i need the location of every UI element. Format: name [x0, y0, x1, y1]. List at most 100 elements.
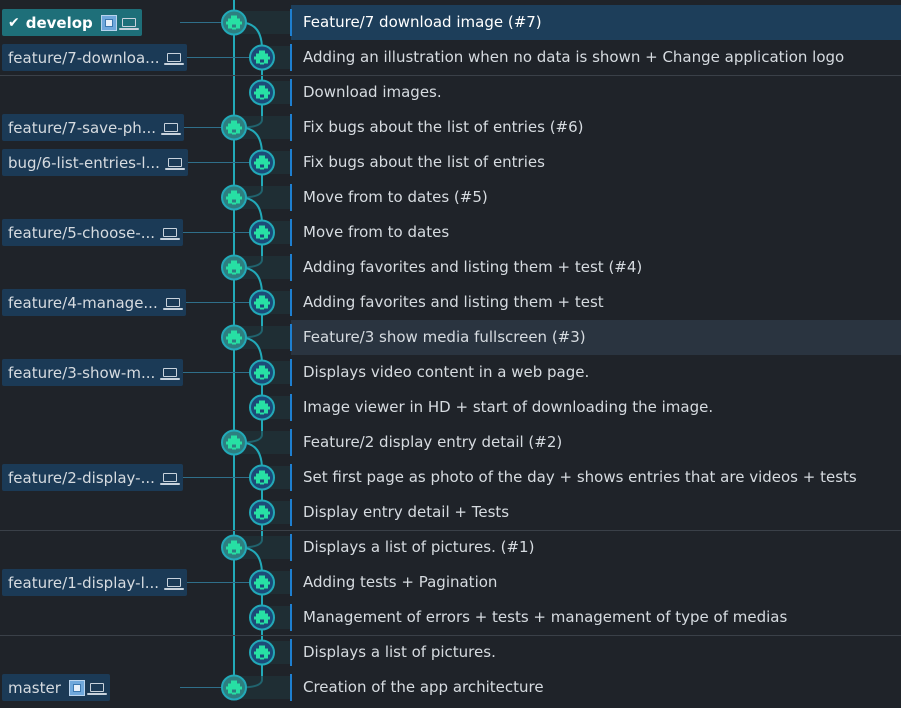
- commit-message: Feature/3 show media fullscreen (#3): [303, 328, 586, 346]
- message-divider: [290, 44, 292, 71]
- commit-message: Displays video content in a web page.: [303, 363, 590, 381]
- commit-row[interactable]: Download images.: [0, 75, 901, 110]
- branch-label[interactable]: master: [2, 674, 110, 701]
- branch-label[interactable]: feature/3-show-m...: [2, 359, 184, 386]
- commit-row[interactable]: Fix bugs about the list of entries (#6) f…: [0, 110, 901, 145]
- laptop-icon: [86, 683, 107, 695]
- branch-name: develop: [25, 13, 93, 32]
- message-divider: [290, 254, 292, 281]
- commit-message: Fix bugs about the list of entries: [303, 153, 545, 171]
- message-divider: [290, 394, 292, 421]
- branch-icons: [160, 228, 181, 240]
- message-divider: [290, 359, 292, 386]
- branch-name: bug/6-list-entries-l...: [8, 153, 160, 172]
- commit-message: Feature/7 download image (#7): [303, 13, 542, 31]
- message-divider: [290, 79, 292, 106]
- laptop-icon: [164, 578, 185, 590]
- message-divider: [290, 219, 292, 246]
- commit-message: Management of errors + tests + managemen…: [303, 608, 788, 626]
- commit-message: Creation of the app architecture: [303, 678, 544, 696]
- commit-row[interactable]: Adding favorites and listing them + test…: [0, 250, 901, 285]
- branch-name: feature/7-save-ph...: [8, 118, 157, 137]
- commit-message: Fix bugs about the list of entries (#6): [303, 118, 584, 136]
- branch-name: feature/3-show-m...: [8, 363, 156, 382]
- message-divider: [290, 149, 292, 176]
- laptop-icon: [118, 18, 139, 30]
- branch-label[interactable]: feature/2-display-...: [2, 464, 183, 491]
- branch-label[interactable]: feature/4-manage...: [2, 289, 186, 316]
- branch-name: feature/7-downloa...: [8, 48, 160, 67]
- branch-icons: [160, 368, 181, 380]
- branch-icons: [164, 158, 185, 170]
- message-divider: [290, 534, 292, 561]
- commit-message: Displays a list of pictures.: [303, 643, 496, 661]
- message-divider: [290, 289, 292, 316]
- laptop-icon: [164, 53, 185, 65]
- laptop-icon: [161, 123, 182, 135]
- commit-row[interactable]: Feature/7 download image (#7) ✔ develop: [0, 5, 901, 40]
- commit-message: Displays a list of pictures. (#1): [303, 538, 535, 556]
- commit-row[interactable]: Displays video content in a web page. fea…: [0, 355, 901, 390]
- commit-row[interactable]: Adding tests + Pagination feature/1-displ…: [0, 565, 901, 600]
- check-icon: ✔: [8, 14, 20, 31]
- branch-label[interactable]: bug/6-list-entries-l...: [2, 149, 188, 176]
- branch-name: master: [8, 678, 61, 697]
- commit-row[interactable]: Feature/3 show media fullscreen (#3): [0, 320, 901, 355]
- laptop-icon: [159, 473, 180, 485]
- message-divider: [290, 324, 292, 351]
- branch-label[interactable]: feature/1-display-l...: [2, 569, 188, 596]
- branch-name: feature/5-choose-...: [8, 223, 156, 242]
- branch-name: feature/2-display-...: [8, 468, 155, 487]
- commit-row[interactable]: Move from to dates (#5): [0, 180, 901, 215]
- commit-message: Adding favorites and listing them + test: [303, 293, 604, 311]
- commit-row[interactable]: Displays a list of pictures. (#1): [0, 530, 901, 565]
- message-divider: [290, 429, 292, 456]
- commit-row[interactable]: Adding an illustration when no data is s…: [0, 40, 901, 76]
- remote-avatar-icon: [100, 14, 117, 31]
- commit-message: Adding favorites and listing them + test…: [303, 258, 643, 276]
- laptop-icon: [164, 158, 185, 170]
- branch-name: feature/1-display-l...: [8, 573, 160, 592]
- commit-message: Set first page as photo of the day + sho…: [303, 468, 857, 486]
- commit-row[interactable]: Displays a list of pictures.: [0, 635, 901, 670]
- message-divider: [290, 464, 292, 491]
- branch-icons: [164, 53, 185, 65]
- branch-label[interactable]: feature/5-choose-...: [2, 219, 184, 246]
- commit-row[interactable]: Feature/2 display entry detail (#2): [0, 425, 901, 460]
- branch-icons: [164, 578, 185, 590]
- message-divider: [290, 499, 292, 526]
- commit-row[interactable]: Display entry detail + Tests: [0, 495, 901, 531]
- message-divider: [290, 604, 292, 631]
- commit-message: Move from to dates: [303, 223, 450, 241]
- commit-message: Download images.: [303, 83, 442, 101]
- commit-row[interactable]: Fix bugs about the list of entries bug/6-…: [0, 145, 901, 180]
- message-divider: [290, 674, 292, 701]
- commit-message: Display entry detail + Tests: [303, 503, 510, 521]
- commit-message: Adding an illustration when no data is s…: [303, 48, 845, 66]
- message-divider: [290, 114, 292, 141]
- branch-icons: [68, 679, 107, 696]
- branch-icons: [100, 14, 139, 31]
- laptop-icon: [160, 228, 181, 240]
- branch-name: feature/4-manage...: [8, 293, 158, 312]
- commit-message: Move from to dates (#5): [303, 188, 488, 206]
- commit-message: Image viewer in HD + start of downloadin…: [303, 398, 714, 416]
- message-divider: [290, 569, 292, 596]
- commit-row[interactable]: Management of errors + tests + managemen…: [0, 600, 901, 636]
- branch-icons: [159, 473, 180, 485]
- commit-row[interactable]: Creation of the app architecture master: [0, 670, 901, 705]
- branch-label[interactable]: feature/7-save-ph...: [2, 114, 185, 141]
- commit-row[interactable]: Adding favorites and listing them + test…: [0, 285, 901, 320]
- message-divider: [290, 184, 292, 211]
- commit-row[interactable]: Image viewer in HD + start of downloadin…: [0, 390, 901, 425]
- commit-row[interactable]: Move from to dates feature/5-choose-...: [0, 215, 901, 250]
- commit-row[interactable]: Set first page as photo of the day + sho…: [0, 460, 901, 495]
- message-divider: [290, 9, 292, 36]
- laptop-icon: [160, 368, 181, 380]
- message-divider: [290, 639, 292, 666]
- branch-icons: [161, 123, 182, 135]
- branch-icons: [162, 298, 183, 310]
- commit-message: Feature/2 display entry detail (#2): [303, 433, 563, 451]
- branch-label[interactable]: ✔ develop: [2, 9, 142, 36]
- branch-label[interactable]: feature/7-downloa...: [2, 44, 188, 71]
